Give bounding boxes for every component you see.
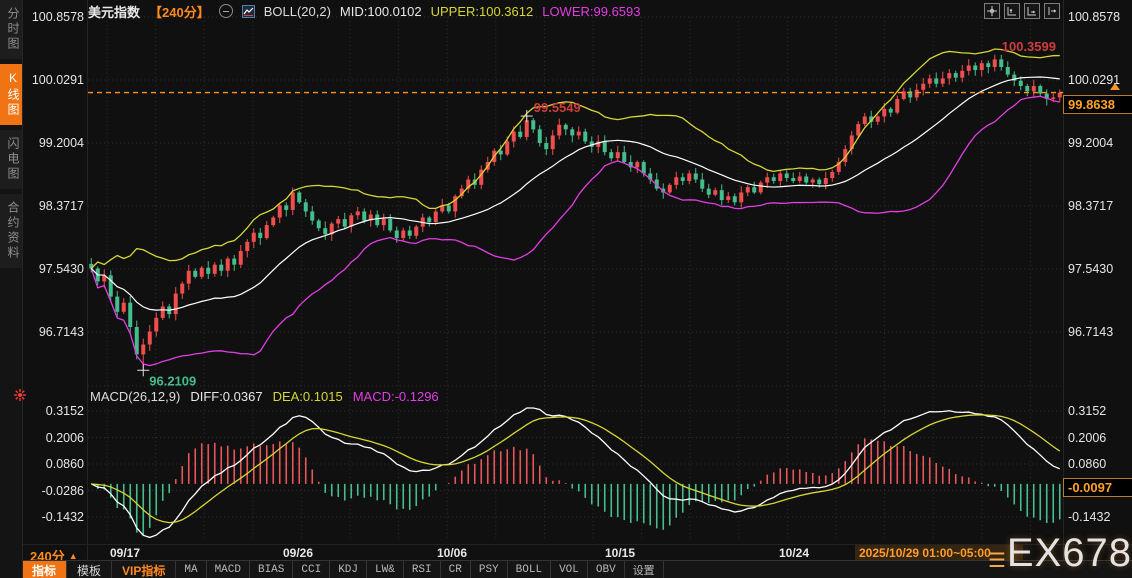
current-macd-tag: -0.0097 [1063, 478, 1132, 498]
macd-axis-label: 0.3152 [1068, 404, 1107, 418]
main-axis-label: 100.0291 [31, 73, 84, 87]
indicator-chart-icon[interactable] [241, 4, 255, 18]
main-axis-label: 97.5430 [38, 262, 84, 276]
price-up-arrow-icon [1110, 82, 1120, 90]
chart-header: 美元指数 【240分】 BOLL(20,2) MID:100.0102 UPPE… [88, 2, 641, 20]
current-price-tag: 99.8638 [1063, 94, 1132, 114]
macd-axis-label: -0.0286 [41, 483, 84, 498]
macd-bar-value: MACD:-0.1296 [352, 389, 439, 404]
main-axis-label: 99.2004 [1068, 136, 1114, 150]
indicator-obv[interactable]: OBV [588, 561, 625, 578]
indicator-psy[interactable]: PSY [471, 561, 508, 578]
crosshair-icon[interactable] [984, 3, 1000, 19]
indicator-rsi[interactable]: RSI [404, 561, 441, 578]
symbol-name: 美元指数 [88, 4, 141, 20]
svg-text:100.3599: 100.3599 [1002, 39, 1056, 54]
boll-params-label: BOLL(20,2) [263, 3, 331, 19]
svg-text:99.5549: 99.5549 [534, 100, 581, 115]
date-label: 10/24 [778, 546, 810, 560]
y-axis-scale-icon[interactable] [1004, 3, 1020, 19]
period-label: 【240分】 [149, 4, 210, 20]
tab-templates[interactable]: 模板 [67, 561, 113, 578]
indicator-lw[interactable]: LW& [367, 561, 404, 578]
tab-vip-indicators[interactable]: VIP指标 [112, 561, 177, 578]
date-label: 10/06 [436, 546, 468, 560]
sidebar-tab-flash-chart[interactable]: 闪电图 [0, 130, 22, 189]
macd-dea-value: DEA:0.1015 [272, 389, 343, 404]
main-axis-label: 96.7143 [38, 325, 84, 339]
macd-axis-label: 0.2006 [45, 430, 84, 445]
macd-axis-label: 0.0860 [45, 457, 84, 471]
sidebar-tab-candle-chart[interactable]: K线图 [0, 64, 22, 125]
indicator-ma[interactable]: MA [176, 561, 207, 578]
indicator-boll[interactable]: BOLL [508, 561, 552, 578]
svg-text:96.2109: 96.2109 [149, 373, 196, 388]
boll-lower-value: LOWER:99.6593 [542, 3, 641, 19]
macd-axis-label: 0.3152 [45, 404, 84, 418]
macd-params-label: MACD(26,12,9) [90, 389, 181, 404]
sidebar-tab-time-chart[interactable]: 分时图 [0, 0, 22, 59]
indicator-kdj[interactable]: KDJ [330, 561, 368, 578]
sidebar-tab-contract-info[interactable]: 合约资料 [0, 194, 22, 268]
macd-axis-label: -0.1432 [1068, 510, 1111, 524]
indicator-bias[interactable]: BIAS [250, 561, 294, 578]
chart-tool-icons [984, 3, 1060, 19]
boll-upper-value: UPPER:100.3612 [430, 3, 534, 19]
date-label: 09/26 [282, 546, 314, 560]
boll-mid-value: MID:100.0102 [339, 3, 422, 19]
date-label: 10/15 [604, 546, 636, 560]
macd-axis-label: -0.1432 [41, 510, 84, 524]
period-up-arrow-icon: ▲ [68, 550, 78, 561]
alert-icon[interactable] [13, 388, 27, 402]
main-axis-label: 100.8578 [1068, 10, 1121, 24]
indicator-cr[interactable]: CR [441, 561, 471, 578]
macd-diff-value: DIFF:0.0367 [190, 389, 263, 404]
indicator-cci[interactable]: CCI [293, 561, 331, 578]
trading-app-window: 96.2109 99.5549 100.3599 分时图 K线图闪电图合约资料 美元指… [0, 0, 1132, 578]
pan-right-icon[interactable] [1044, 3, 1060, 19]
left-sidebar: 分时图 K线图闪电图合约资料 [0, 0, 26, 578]
main-axis-label: 97.5430 [1068, 262, 1114, 276]
date-label: 09/17 [109, 546, 141, 560]
main-axis-label: 98.3717 [1068, 199, 1114, 213]
time-axis: 240分 ▲ 09/17 09/26 10/06 10/15 10/24 2025/10… [22, 544, 1132, 564]
macd-axis-label: 0.0860 [1068, 457, 1107, 471]
macd-header: MACD(26,12,9) DIFF:0.0367 DEA:0.1015 MAC… [90, 389, 439, 404]
settings-button[interactable]: 设置 [625, 561, 664, 578]
indicator-toolbar: 指标 模板 VIP指标 MA MACD BIAS CCI KDJ LW& RSI CR PSY BOLL… [22, 560, 1132, 578]
main-axis-label: 100.8578 [31, 10, 84, 24]
main-axis-label: 98.3717 [38, 199, 84, 213]
main-axis-label: 96.7143 [1068, 325, 1114, 339]
current-session-label: 2025/10/29 01:00~05:00 [855, 545, 1023, 561]
main-axis-label: 99.2004 [38, 136, 84, 150]
tab-indicators[interactable]: 指标 [22, 561, 68, 578]
main-axis-label: 100.0291 [1068, 73, 1121, 87]
collapse-icon[interactable] [218, 4, 233, 18]
kline-chart-canvas[interactable]: 96.2109 99.5549 100.3599 [0, 0, 1132, 578]
indicator-macd[interactable]: MACD [207, 561, 250, 578]
x-axis-scale-icon[interactable] [1024, 3, 1040, 19]
macd-axis-label: 0.2006 [1068, 430, 1107, 445]
indicator-vol[interactable]: VOL [551, 561, 588, 578]
